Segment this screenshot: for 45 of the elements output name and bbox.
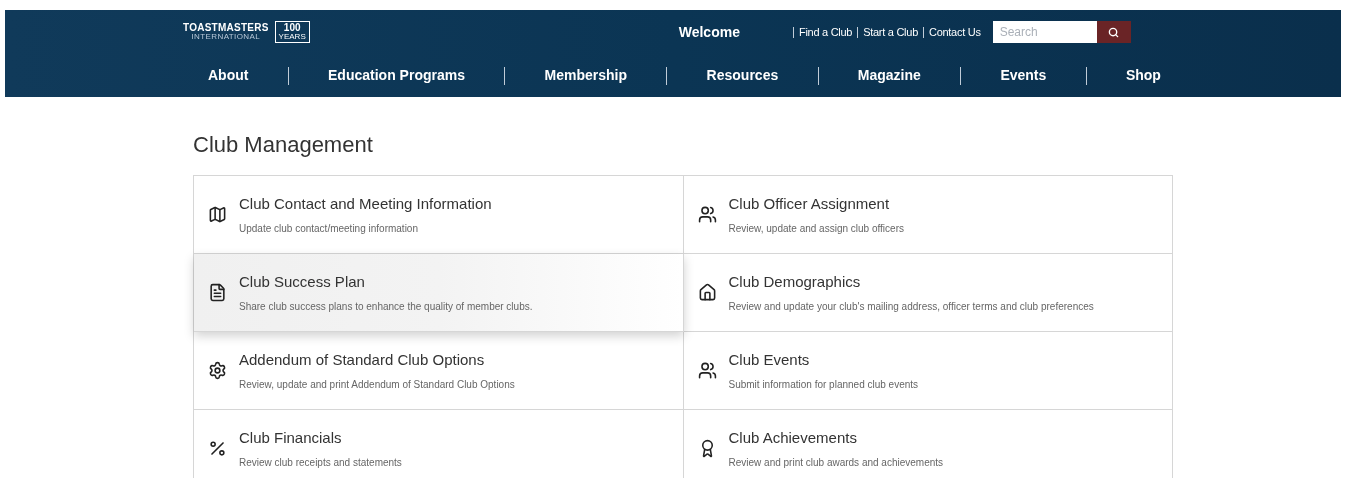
menu-card[interactable]: Club Demographics Review and update your club's mailing address, officer terms and club preferences: [683, 254, 1173, 332]
card-title: Addendum of Standard Club Options: [239, 350, 486, 371]
card-description: Review, update and print Addendum of Standard Club Options: [239, 377, 515, 392]
nav-link[interactable]: About: [208, 65, 249, 86]
nav-link[interactable]: Education Programs: [328, 65, 465, 86]
welcome-text: Welcome: [678, 22, 740, 42]
card-title: Club Achievements: [728, 428, 858, 449]
people-icon: [697, 361, 717, 380]
menu-card[interactable]: Club Success Plan Share club success plans to enhance the quality of member clubs.: [194, 254, 684, 332]
gear-icon: [208, 361, 227, 380]
page-title: Club Management: [193, 131, 374, 159]
card-title: Club Success Plan: [239, 272, 366, 293]
document-icon: [208, 283, 227, 302]
nav-link[interactable]: Shop: [1125, 65, 1161, 86]
top-link[interactable]: Find a Club: [798, 23, 853, 41]
house-icon: [697, 283, 717, 302]
card-title: Club Events: [728, 350, 811, 371]
search-button[interactable]: [1096, 21, 1131, 43]
menu-card[interactable]: Club Contact and Meeting Information Update club contact/meeting information: [194, 176, 684, 254]
nav-link[interactable]: Membership: [544, 65, 627, 86]
nav-link[interactable]: Events: [1000, 65, 1047, 86]
card-description: Review and update your club's mailing address, officer terms and club preferences: [728, 299, 1094, 314]
search-icon: [1108, 26, 1120, 38]
card-description: Review and print club awards and achievements: [728, 455, 944, 470]
search-field[interactable]: Search: [992, 21, 1097, 43]
menu-card[interactable]: Addendum of Standard Club Options Review, update and print Addendum of Standard Club Options: [194, 332, 684, 410]
logo[interactable]: TOASTMASTERS INTERNATIONAL 100 YEARS: [183, 21, 310, 43]
top-link[interactable]: Contact Us: [929, 23, 981, 41]
card-title: Club Financials: [239, 428, 343, 449]
card-title: Club Officer Assignment: [728, 194, 891, 215]
card-description: Update club contact/meeting information: [239, 221, 419, 236]
top-link[interactable]: Start a Club: [863, 23, 918, 41]
percent-icon: [208, 439, 227, 458]
nav-link[interactable]: Magazine: [857, 65, 921, 86]
card-description: Review club receipts and statements: [239, 455, 402, 470]
card-title: Club Demographics: [728, 272, 862, 293]
card-description: Submit information for planned club events: [728, 377, 919, 392]
map-icon: [208, 205, 227, 224]
card-title: Club Contact and Meeting Information: [239, 194, 492, 215]
nav-link[interactable]: Resources: [706, 65, 779, 86]
people-icon: [697, 205, 717, 224]
card-description: Review, update and assign club officers: [728, 221, 904, 236]
menu-card[interactable]: Club Events Submit information for planned club events: [683, 332, 1173, 410]
card-description: Share club success plans to enhance the quality of member clubs.: [239, 299, 533, 314]
menu-card[interactable]: Club Officer Assignment Review, update and assign club officers: [683, 176, 1173, 254]
